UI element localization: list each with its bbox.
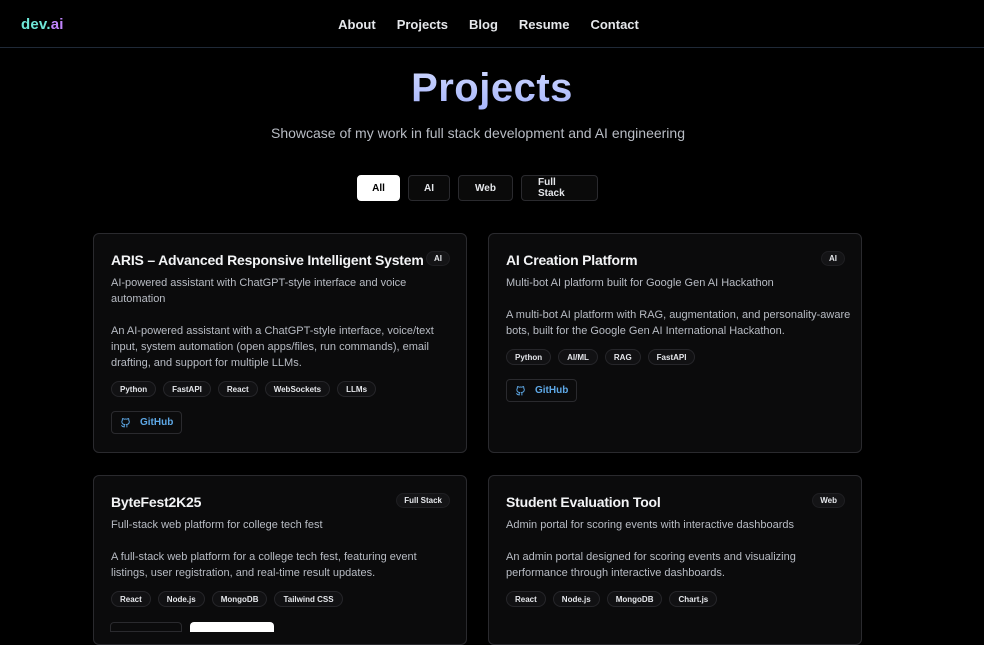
github-label: GitHub <box>535 385 569 396</box>
filter-bar: All AI Web Full Stack <box>357 175 598 201</box>
tech-tag: React <box>217 381 258 397</box>
nav-link-resume[interactable]: Resume <box>519 17 570 32</box>
tech-tag: React <box>111 591 151 607</box>
project-title: ARIS – Advanced Responsive Intelligent S… <box>111 252 424 268</box>
github-button[interactable]: GitHub <box>506 379 577 402</box>
filter-web-button[interactable]: Web <box>458 175 513 201</box>
tech-tag: WebSockets <box>264 381 331 397</box>
category-badge: AI <box>426 251 450 266</box>
project-description: An admin portal designed for scoring eve… <box>506 551 796 579</box>
project-card: AI Creation Platform AI Multi-bot AI pla… <box>488 233 862 453</box>
tech-tag: FastAPI <box>647 349 696 365</box>
tech-tag: Chart.js <box>669 591 718 607</box>
page-title: Projects <box>0 66 984 111</box>
github-icon <box>121 418 130 428</box>
project-card: ARIS – Advanced Responsive Intelligent S… <box>93 233 467 453</box>
tech-tag: RAG <box>604 349 641 365</box>
tech-tag: Node.js <box>552 591 600 607</box>
navbar: dev.ai About Projects Blog Resume Contac… <box>0 0 984 48</box>
nav-link-contact[interactable]: Contact <box>590 17 638 32</box>
filter-ai-button[interactable]: AI <box>408 175 450 201</box>
github-icon <box>516 386 525 396</box>
nav-links: About Projects Blog Resume Contact <box>0 17 984 32</box>
tech-tag: Python <box>506 349 552 365</box>
project-description: An AI-powered assistant with a ChatGPT-s… <box>111 325 434 369</box>
project-summary: AI-powered assistant with ChatGPT-style … <box>111 277 407 305</box>
filter-fullstack-button[interactable]: Full Stack <box>521 175 598 201</box>
project-title: AI Creation Platform <box>506 252 638 268</box>
demo-button-partial[interactable] <box>190 622 274 632</box>
tech-tag: MongoDB <box>211 591 268 607</box>
nav-link-about[interactable]: About <box>338 17 376 32</box>
category-badge: Full Stack <box>396 493 450 508</box>
tech-tag: AI/ML <box>558 349 598 365</box>
nav-link-blog[interactable]: Blog <box>469 17 498 32</box>
tech-tag: Tailwind CSS <box>274 591 343 607</box>
project-summary: Multi-bot AI platform built for Google G… <box>506 277 774 289</box>
tech-tag: FastAPI <box>163 381 211 397</box>
tag-list: React Node.js MongoDB Chart.js <box>506 591 844 607</box>
github-button-partial[interactable] <box>110 622 182 632</box>
page-subtitle: Showcase of my work in full stack develo… <box>270 125 685 141</box>
tech-tag: Node.js <box>157 591 205 607</box>
nav-link-projects[interactable]: Projects <box>397 17 448 32</box>
tech-tag: Python <box>111 381 157 397</box>
tag-list: Python FastAPI React WebSockets LLMs <box>111 381 449 397</box>
github-button[interactable]: GitHub <box>111 411 182 434</box>
project-summary: Full-stack web platform for college tech… <box>111 519 323 531</box>
tag-list: React Node.js MongoDB Tailwind CSS <box>111 591 449 607</box>
project-card: ByteFest2K25 Full Stack Full-stack web p… <box>93 475 467 645</box>
project-description: A multi-bot AI platform with RAG, augmen… <box>506 309 851 337</box>
project-title: Student Evaluation Tool <box>506 494 661 510</box>
github-label: GitHub <box>140 417 174 428</box>
tech-tag: MongoDB <box>606 591 663 607</box>
tag-list: Python AI/ML RAG FastAPI <box>506 349 844 365</box>
project-summary: Admin portal for scoring events with int… <box>506 519 794 531</box>
filter-all-button[interactable]: All <box>357 175 400 201</box>
tech-tag: LLMs <box>337 381 377 397</box>
project-description: A full-stack web platform for a college … <box>111 551 417 579</box>
category-badge: AI <box>821 251 845 266</box>
project-card: Student Evaluation Tool Web Admin portal… <box>488 475 862 645</box>
category-badge: Web <box>812 493 845 508</box>
tech-tag: React <box>506 591 546 607</box>
